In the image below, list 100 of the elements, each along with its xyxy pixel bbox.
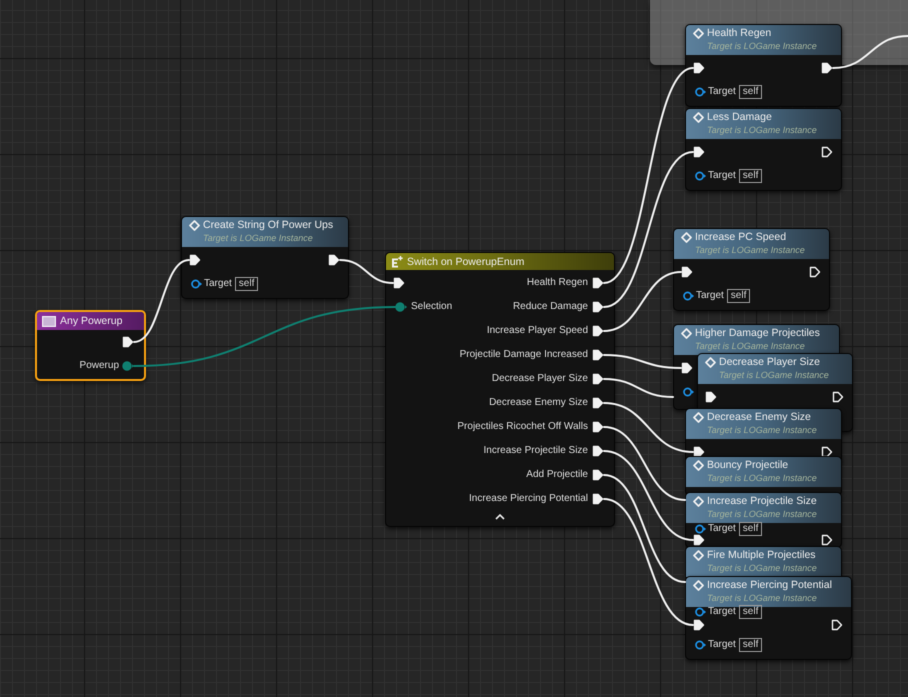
node-subtitle: Target is LOGame Instance — [203, 232, 313, 245]
node-title: Increase PC Speed — [695, 230, 786, 244]
exec-pin-icon[interactable] — [393, 277, 405, 289]
node-subtitle: Target is LOGame Instance — [707, 562, 817, 575]
pin-label: Target — [696, 290, 724, 302]
exec-pin-icon[interactable] — [821, 534, 833, 546]
exec-pin-icon[interactable] — [681, 266, 693, 278]
pin-label: Add Projectile — [526, 469, 588, 481]
function-icon — [693, 550, 704, 560]
node-subtitle: Target is LOGame Instance — [695, 340, 805, 353]
exec-pin-icon[interactable] — [592, 325, 604, 337]
exec-pin-icon[interactable] — [693, 619, 705, 631]
node-title: Bouncy Projectile — [707, 458, 788, 472]
exec-pin-icon[interactable] — [592, 349, 604, 361]
target-field[interactable]: self — [738, 605, 762, 619]
node-subtitle: Target is LOGame Instance — [707, 124, 817, 137]
exec-pin-icon[interactable] — [693, 146, 705, 158]
pin-label: Projectile Damage Increased — [460, 349, 588, 361]
pin-label: Increase Player Speed — [486, 325, 588, 337]
exec-pin-icon[interactable] — [592, 373, 604, 385]
node-title: Fire Multiple Projectiles — [707, 548, 816, 562]
node-title: Decrease Player Size — [719, 355, 820, 369]
pin-label: Decrease Enemy Size — [489, 397, 588, 409]
exec-pin-icon[interactable] — [328, 254, 340, 266]
function-icon — [693, 412, 704, 422]
exec-pin-icon[interactable] — [122, 336, 134, 348]
pin-label: Target — [708, 86, 736, 98]
switch-icon — [391, 256, 403, 268]
pin-label: Target — [708, 170, 736, 182]
enum-pin-icon[interactable] — [122, 361, 134, 371]
pin-label: Target — [708, 522, 736, 534]
node-title: Less Damage — [707, 110, 772, 124]
exec-pin-icon[interactable] — [592, 445, 604, 457]
exec-pin-icon[interactable] — [592, 421, 604, 433]
node-title: Increase Piercing Potential — [707, 578, 832, 592]
target-field[interactable]: self — [234, 277, 258, 291]
exec-pin-icon[interactable] — [592, 301, 604, 313]
pin-label: Powerup — [80, 360, 119, 372]
pin-label: Target — [708, 639, 736, 651]
node-subtitle: Target is LOGame Instance — [707, 592, 817, 605]
chevron-up-icon[interactable] — [495, 514, 505, 520]
exec-pin-icon[interactable] — [592, 493, 604, 505]
exec-pin-icon[interactable] — [693, 62, 705, 74]
exec-pin-icon[interactable] — [705, 391, 717, 403]
exec-pin-icon[interactable] — [832, 391, 844, 403]
target-pin-icon[interactable] — [683, 291, 694, 301]
exec-pin-icon[interactable] — [821, 146, 833, 158]
event-icon — [42, 316, 56, 326]
target-pin-icon[interactable] — [695, 640, 706, 650]
node-title: Create String Of Power Ups — [203, 218, 334, 232]
node-subtitle: Target is LOGame Instance — [707, 40, 817, 53]
target-pin-icon[interactable] — [695, 171, 706, 181]
target-field[interactable]: self — [738, 638, 762, 652]
function-icon — [693, 460, 704, 470]
exec-pin-icon[interactable] — [831, 619, 843, 631]
function-icon — [705, 356, 716, 368]
pin-label: Increase Piercing Potential — [469, 493, 588, 505]
exec-wire — [339, 259, 394, 284]
pin-label: Reduce Damage — [512, 301, 588, 313]
exec-pin-icon[interactable] — [592, 469, 604, 481]
node-title: Switch on PowerupEnum — [407, 254, 524, 268]
node-title: Increase Projectile Size — [707, 494, 817, 508]
node-subtitle: Target is LOGame Instance — [707, 472, 817, 485]
target-field[interactable]: self — [738, 169, 762, 183]
function-icon — [681, 328, 692, 338]
node-subtitle: Target is LOGame Instance — [707, 508, 817, 521]
pin-label: Increase Projectile Size — [484, 445, 588, 457]
function-icon — [693, 112, 704, 122]
exec-wire — [603, 378, 674, 398]
target-pin-icon[interactable] — [695, 524, 706, 534]
pin-label: Target — [708, 606, 736, 618]
node-title: Decrease Enemy Size — [707, 410, 811, 424]
node-title: Health Regen — [707, 26, 772, 40]
exec-pin-icon[interactable] — [809, 266, 821, 278]
exec-pin-icon[interactable] — [821, 446, 833, 458]
target-pin-icon[interactable] — [695, 607, 706, 617]
function-icon — [681, 232, 692, 242]
exec-pin-icon[interactable] — [592, 277, 604, 289]
enum-pin-icon[interactable] — [395, 302, 407, 312]
pin-label: Projectiles Ricochet Off Walls — [457, 421, 588, 433]
function-icon — [693, 496, 704, 506]
node-title: Any Powerup — [60, 314, 122, 328]
pin-label: Decrease Player Size — [492, 373, 588, 385]
function-icon — [693, 580, 704, 590]
target-field[interactable]: self — [738, 522, 762, 536]
exec-pin-icon[interactable] — [681, 362, 693, 374]
target-pin-icon[interactable] — [695, 87, 706, 97]
exec-pin-icon[interactable] — [592, 397, 604, 409]
target-field[interactable]: self — [738, 85, 762, 99]
pin-label: Health Regen — [526, 277, 588, 289]
pin-label: Target — [204, 278, 232, 290]
exec-pin-icon[interactable] — [189, 254, 201, 266]
function-icon — [693, 28, 704, 38]
target-pin-icon[interactable] — [683, 387, 694, 397]
function-icon — [189, 220, 200, 230]
exec-pin-icon[interactable] — [821, 62, 833, 74]
pin-label: Selection — [411, 301, 452, 313]
node-title: Higher Damage Projectiles — [695, 326, 820, 340]
target-pin-icon[interactable] — [191, 279, 202, 289]
target-field[interactable]: self — [726, 289, 750, 303]
